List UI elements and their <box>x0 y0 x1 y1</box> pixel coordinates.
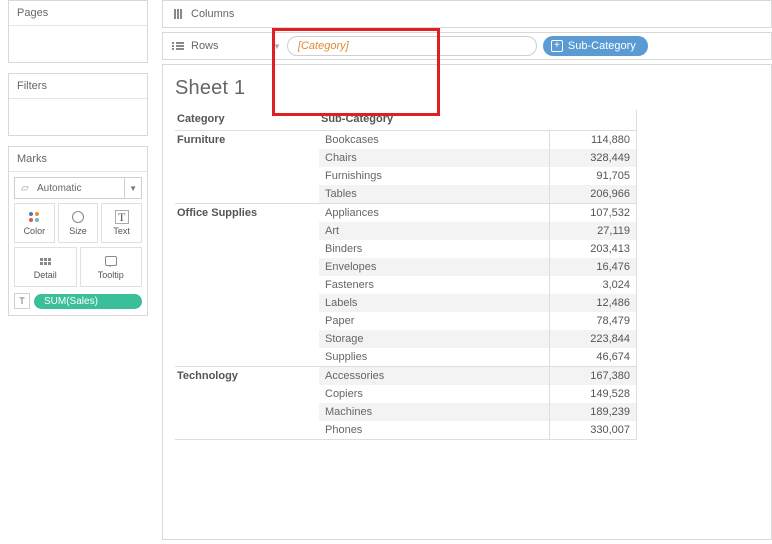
header-value <box>549 110 637 130</box>
category-cell[interactable]: Technology <box>175 366 319 385</box>
marks-header: Marks <box>9 147 147 172</box>
rows-icon <box>171 42 185 50</box>
text-icon: T <box>115 210 129 224</box>
pages-panel[interactable]: Pages <box>8 0 148 63</box>
marks-type-select[interactable]: ▱ Automatic ▼ <box>14 177 142 199</box>
value-cell: 78,479 <box>549 312 637 330</box>
subcategory-cell[interactable]: Bookcases <box>319 130 549 149</box>
subcategory-cell[interactable]: Tables <box>319 185 549 203</box>
value-cell: 16,476 <box>549 258 637 276</box>
marks-panel: Marks ▱ Automatic ▼ Color Size T Text De… <box>8 146 148 316</box>
data-table: CategorySub-CategoryFurnitureBookcases11… <box>175 110 759 440</box>
detail-icon <box>40 254 51 268</box>
marks-pill-sum-sales[interactable]: SUM(Sales) <box>34 294 142 309</box>
category-cell[interactable] <box>175 167 319 185</box>
rows-shelf[interactable]: Rows ▼ [Category] + Sub-Category <box>162 32 772 60</box>
subcategory-cell[interactable]: Phones <box>319 421 549 440</box>
category-cell[interactable] <box>175 385 319 403</box>
category-cell[interactable] <box>175 330 319 348</box>
value-cell: 3,024 <box>549 276 637 294</box>
columns-label: Columns <box>191 8 234 20</box>
header-category[interactable]: Category <box>175 110 319 130</box>
columns-shelf[interactable]: Columns <box>162 0 772 28</box>
subcategory-cell[interactable]: Machines <box>319 403 549 421</box>
category-cell[interactable] <box>175 421 319 440</box>
value-cell: 189,239 <box>549 403 637 421</box>
category-cell[interactable]: Office Supplies <box>175 203 319 222</box>
value-cell: 46,674 <box>549 348 637 366</box>
filters-body[interactable] <box>9 99 147 135</box>
subcategory-cell[interactable]: Labels <box>319 294 549 312</box>
category-cell[interactable] <box>175 222 319 240</box>
value-cell: 114,880 <box>549 130 637 149</box>
category-cell[interactable] <box>175 149 319 167</box>
value-cell: 149,528 <box>549 385 637 403</box>
category-cell[interactable]: Furniture <box>175 130 319 149</box>
color-icon <box>29 210 39 224</box>
rows-calc-input[interactable]: [Category] <box>287 36 537 56</box>
subcategory-cell[interactable]: Supplies <box>319 348 549 366</box>
marks-size-button[interactable]: Size <box>58 203 99 243</box>
category-cell[interactable] <box>175 348 319 366</box>
subcategory-cell[interactable]: Art <box>319 222 549 240</box>
marks-tooltip-button[interactable]: Tooltip <box>80 247 143 287</box>
subcategory-cell[interactable]: Furnishings <box>319 167 549 185</box>
category-cell[interactable] <box>175 240 319 258</box>
category-cell[interactable] <box>175 294 319 312</box>
subcategory-cell[interactable]: Envelopes <box>319 258 549 276</box>
columns-icon <box>171 9 185 19</box>
category-cell[interactable] <box>175 276 319 294</box>
value-cell: 206,966 <box>549 185 637 203</box>
value-cell: 27,119 <box>549 222 637 240</box>
subcategory-cell[interactable]: Fasteners <box>319 276 549 294</box>
value-cell: 167,380 <box>549 366 637 385</box>
pages-body[interactable] <box>9 26 147 62</box>
marks-text-button[interactable]: T Text <box>101 203 142 243</box>
filters-header: Filters <box>9 74 147 99</box>
subcategory-cell[interactable]: Storage <box>319 330 549 348</box>
category-cell[interactable] <box>175 312 319 330</box>
value-cell: 12,486 <box>549 294 637 312</box>
marks-detail-button[interactable]: Detail <box>14 247 77 287</box>
sheet-title[interactable]: Sheet 1 <box>175 77 759 100</box>
sheet-view: Sheet 1 CategorySub-CategoryFurnitureBoo… <box>162 64 772 540</box>
marks-type-label: Automatic <box>37 183 81 194</box>
category-cell[interactable] <box>175 403 319 421</box>
automatic-icon: ▱ <box>21 183 33 194</box>
tooltip-icon <box>105 254 117 268</box>
value-cell: 107,532 <box>549 203 637 222</box>
rows-label: Rows <box>191 40 219 52</box>
expand-icon[interactable]: + <box>551 40 563 52</box>
text-mark-indicator[interactable]: T <box>14 293 30 309</box>
filters-panel[interactable]: Filters <box>8 73 148 136</box>
marks-color-button[interactable]: Color <box>14 203 55 243</box>
subcategory-cell[interactable]: Copiers <box>319 385 549 403</box>
category-cell[interactable] <box>175 185 319 203</box>
subcategory-cell[interactable]: Accessories <box>319 366 549 385</box>
value-cell: 223,844 <box>549 330 637 348</box>
subcategory-cell[interactable]: Appliances <box>319 203 549 222</box>
header-subcategory[interactable]: Sub-Category <box>319 110 549 130</box>
rows-pill-subcategory[interactable]: + Sub-Category <box>543 36 648 56</box>
subcategory-cell[interactable]: Binders <box>319 240 549 258</box>
value-cell: 330,007 <box>549 421 637 440</box>
chevron-down-icon: ▼ <box>129 184 137 193</box>
subcategory-cell[interactable]: Paper <box>319 312 549 330</box>
value-cell: 328,449 <box>549 149 637 167</box>
category-cell[interactable] <box>175 258 319 276</box>
size-icon <box>72 210 84 224</box>
value-cell: 91,705 <box>549 167 637 185</box>
value-cell: 203,413 <box>549 240 637 258</box>
chevron-down-icon[interactable]: ▼ <box>273 42 281 51</box>
subcategory-cell[interactable]: Chairs <box>319 149 549 167</box>
pages-header: Pages <box>9 1 147 26</box>
